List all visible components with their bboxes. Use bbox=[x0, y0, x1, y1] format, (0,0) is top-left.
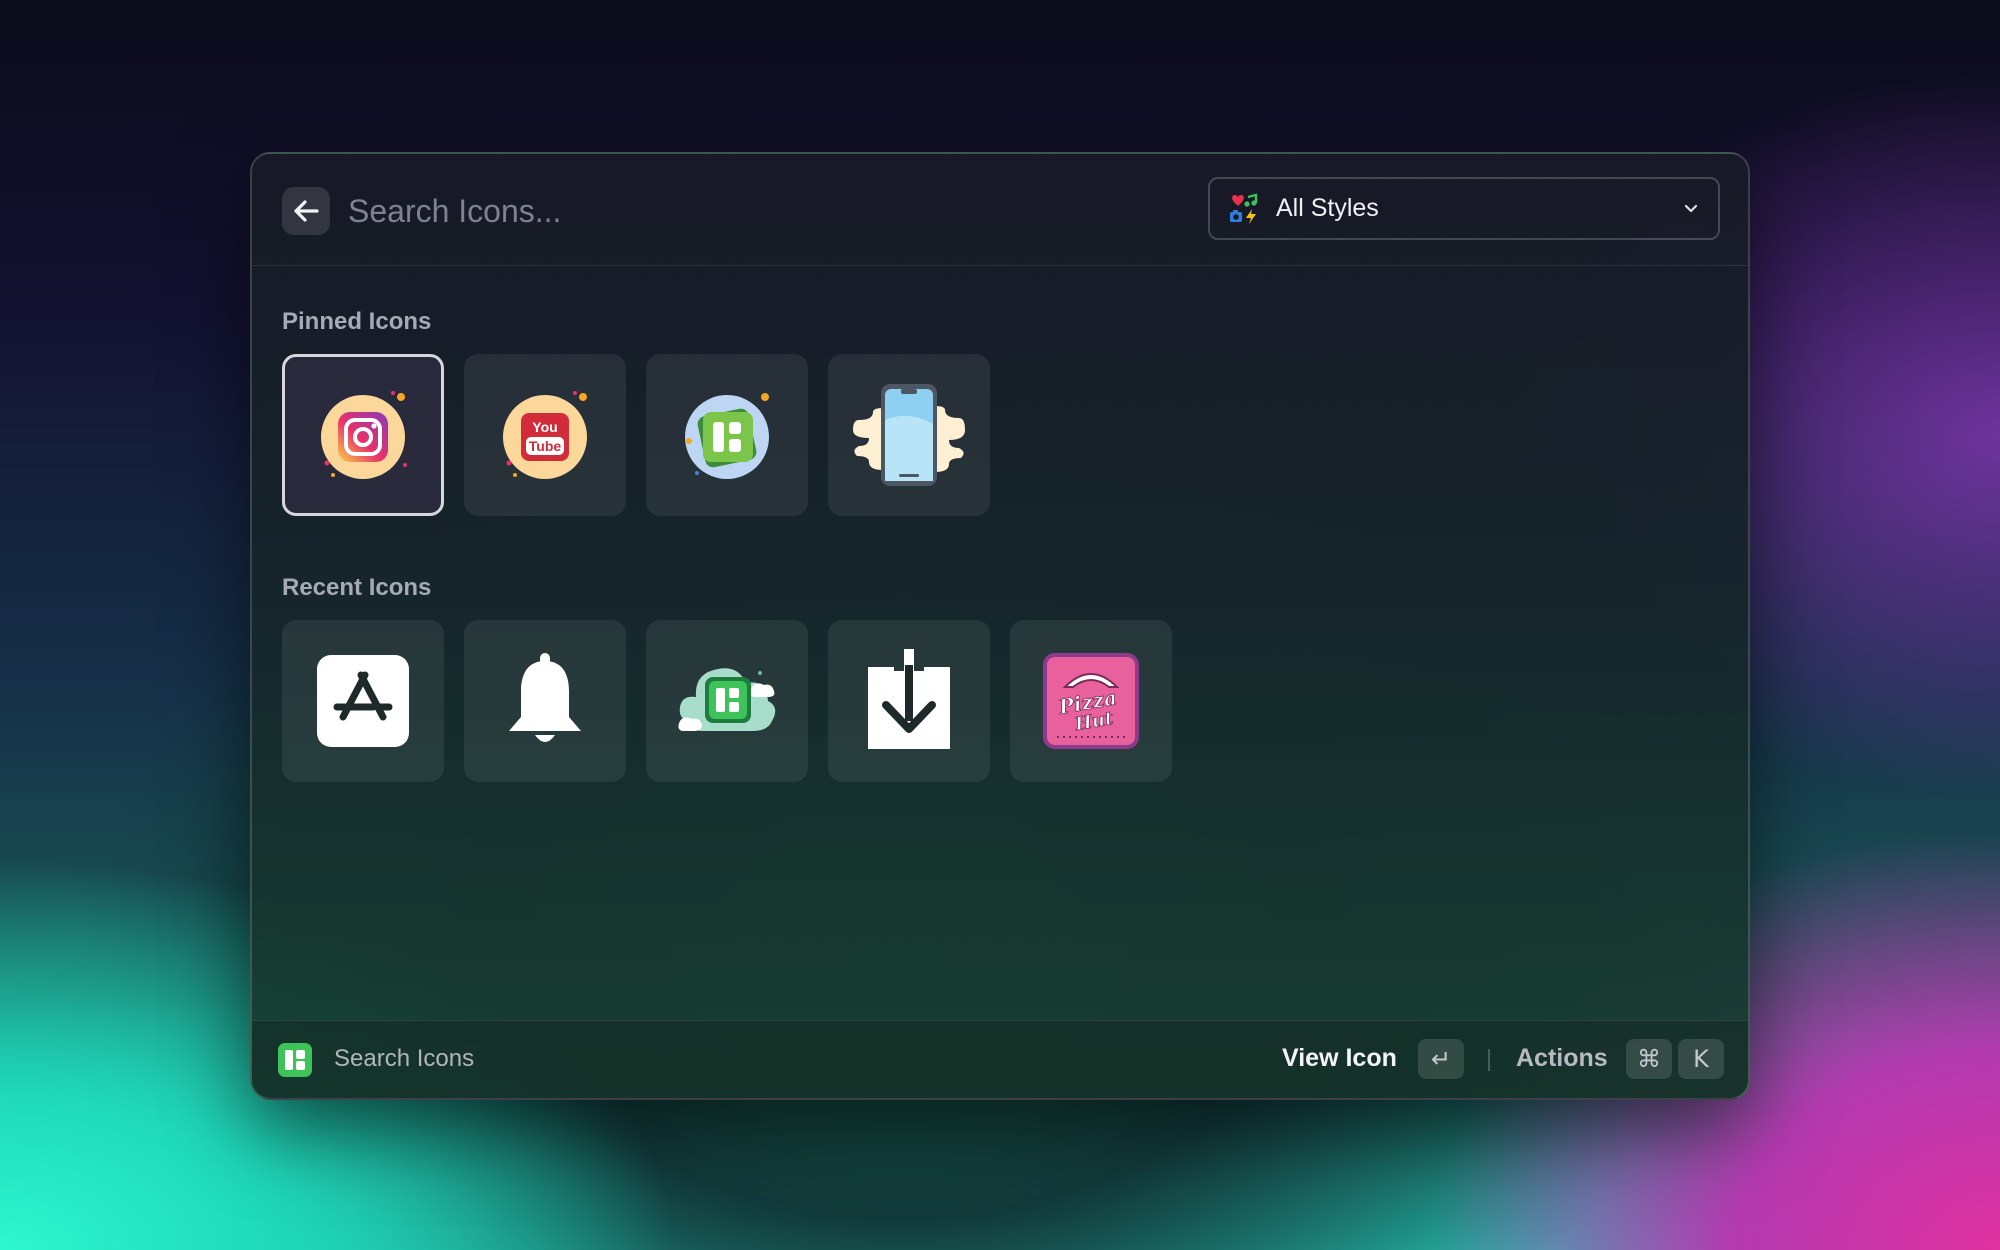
recent-tile-iconify-cloud[interactable] bbox=[646, 620, 808, 782]
icon-search-window: All Styles Pinned Icons bbox=[250, 152, 1750, 1100]
recent-tile-app-store[interactable] bbox=[282, 620, 444, 782]
pinned-tile-instagram[interactable] bbox=[282, 354, 444, 516]
search-bar: All Styles bbox=[252, 154, 1748, 266]
pizza-hut-icon: Pizza Hut bbox=[1043, 653, 1139, 749]
pinned-section-title: Pinned Icons bbox=[282, 308, 432, 335]
svg-text:Tube: Tube bbox=[529, 438, 562, 454]
pinned-tile-iconify[interactable] bbox=[646, 354, 808, 516]
pinned-tile-youtube[interactable]: You Tube bbox=[464, 354, 626, 516]
actions-button[interactable]: Actions bbox=[1516, 1044, 1608, 1073]
iconify-logo-icon bbox=[278, 1043, 312, 1077]
search-input[interactable] bbox=[348, 184, 1128, 238]
recent-section-title: Recent Icons bbox=[282, 574, 432, 601]
k-key-hint[interactable]: K bbox=[1678, 1039, 1724, 1079]
footer-divider bbox=[1488, 1049, 1490, 1071]
recent-tile-bell[interactable] bbox=[464, 620, 626, 782]
youtube-icon: You Tube bbox=[503, 391, 587, 479]
enter-key-hint[interactable]: ↵ bbox=[1418, 1039, 1464, 1079]
app-store-icon bbox=[317, 655, 409, 747]
iconify-cloud-icon bbox=[678, 668, 776, 731]
cmd-key-hint[interactable]: ⌘ bbox=[1626, 1039, 1672, 1079]
chevron-down-icon bbox=[1684, 204, 1698, 213]
arrow-left-icon bbox=[294, 200, 319, 222]
iconify-app-icon bbox=[685, 393, 769, 479]
recent-tile-pizza-hut[interactable]: Pizza Hut bbox=[1010, 620, 1172, 782]
download-icon bbox=[868, 649, 950, 749]
all-styles-icon bbox=[1230, 192, 1258, 224]
footer-bar: Search Icons View Icon ↵ Actions ⌘ K bbox=[252, 1020, 1748, 1098]
style-filter-dropdown[interactable]: All Styles bbox=[1208, 177, 1720, 240]
back-button[interactable] bbox=[282, 187, 330, 235]
style-filter-label: All Styles bbox=[1276, 194, 1379, 222]
instagram-icon bbox=[321, 391, 407, 479]
footer-app-title: Search Icons bbox=[334, 1045, 475, 1072]
bell-icon bbox=[509, 653, 581, 742]
view-icon-action[interactable]: View Icon bbox=[1282, 1044, 1397, 1073]
recent-tile-download[interactable] bbox=[828, 620, 990, 782]
pinned-tile-smartphone[interactable] bbox=[828, 354, 990, 516]
svg-text:You: You bbox=[532, 419, 557, 435]
smartphone-icon bbox=[853, 384, 965, 486]
